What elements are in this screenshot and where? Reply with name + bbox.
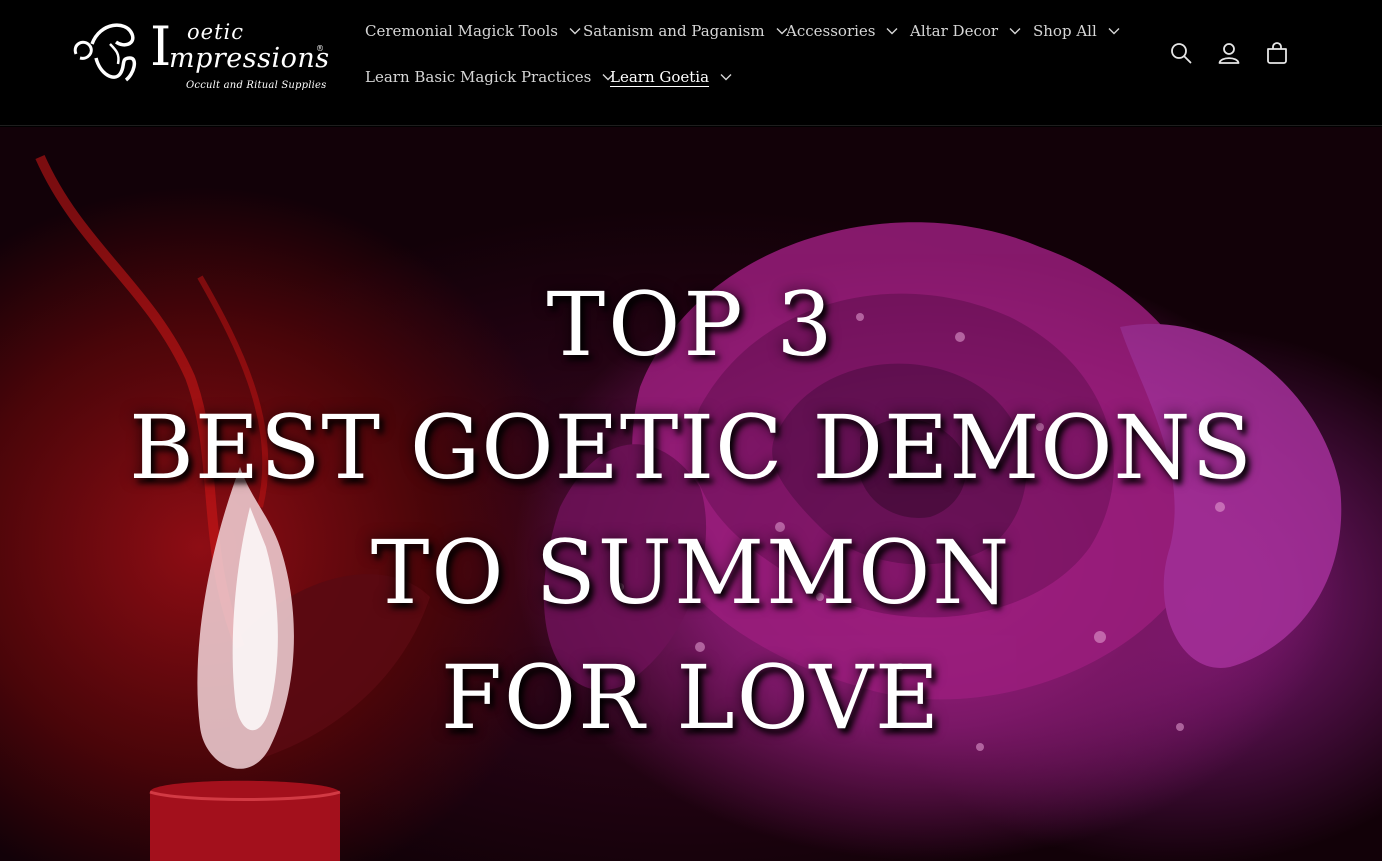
account-button[interactable] — [1205, 33, 1253, 73]
nav-item-label: Accessories — [786, 22, 876, 40]
hero-heading: TOP 3 BEST GOETIC DEMONS TO SUMMON FOR L… — [0, 267, 1382, 763]
nav-row-secondary: Learn Basic Magick Practices Learn Goeti… — [356, 54, 1136, 100]
header-icons — [1157, 33, 1301, 73]
logo-text-upper: oetic — [187, 20, 244, 44]
nav-row-primary: Ceremonial Magick Tools Satanism and Pag… — [356, 8, 1136, 54]
logo-tagline: Occult and Ritual Supplies — [186, 80, 327, 91]
chevron-down-icon — [1108, 28, 1120, 35]
nav-item-label: Learn Basic Magick Practices — [365, 68, 592, 86]
nav-item-altar-decor[interactable]: Altar Decor — [901, 8, 1021, 54]
nav-item-ceremonial-magick-tools[interactable]: Ceremonial Magick Tools — [356, 8, 581, 54]
logo-text-main: mpressions — [169, 43, 330, 74]
chevron-down-icon — [720, 74, 732, 81]
search-icon — [1171, 43, 1192, 64]
cart-icon — [1267, 42, 1287, 64]
nav-item-label: Ceremonial Magick Tools — [365, 22, 558, 40]
nav-item-learn-basic-magick-practices[interactable]: Learn Basic Magick Practices — [356, 54, 614, 100]
search-button[interactable] — [1157, 33, 1205, 73]
chevron-down-icon — [886, 28, 898, 35]
nav-item-satanism-and-paganism[interactable]: Satanism and Paganism — [574, 8, 788, 54]
nav-item-label: Satanism and Paganism — [583, 22, 765, 40]
hero-line-3: TO SUMMON — [370, 521, 1012, 624]
account-icon — [1218, 43, 1240, 64]
nav-item-learn-goetia[interactable]: Learn Goetia — [601, 54, 732, 100]
site-header: I oetic mpressions ® Occult and Ritual S… — [0, 0, 1382, 126]
hero-banner[interactable]: TOP 3 BEST GOETIC DEMONS TO SUMMON FOR L… — [0, 127, 1382, 861]
nav-item-accessories[interactable]: Accessories — [777, 8, 898, 54]
nav-item-label: Shop All — [1033, 22, 1097, 40]
cart-button[interactable] — [1253, 33, 1301, 73]
nav-item-label: Learn Goetia — [610, 68, 710, 86]
hero-line-4: FOR LOVE — [440, 646, 942, 749]
main-navigation: Ceremonial Magick Tools Satanism and Pag… — [356, 8, 1136, 100]
hero-line-1: TOP 3 — [546, 273, 836, 376]
registered-mark: ® — [316, 44, 324, 53]
hero-line-2: BEST GOETIC DEMONS — [129, 396, 1253, 499]
brand-logo[interactable]: I oetic mpressions ® Occult and Ritual S… — [70, 14, 329, 96]
nav-item-label: Altar Decor — [910, 22, 999, 40]
chevron-down-icon — [1009, 28, 1021, 35]
nav-item-shop-all[interactable]: Shop All — [1024, 8, 1120, 54]
